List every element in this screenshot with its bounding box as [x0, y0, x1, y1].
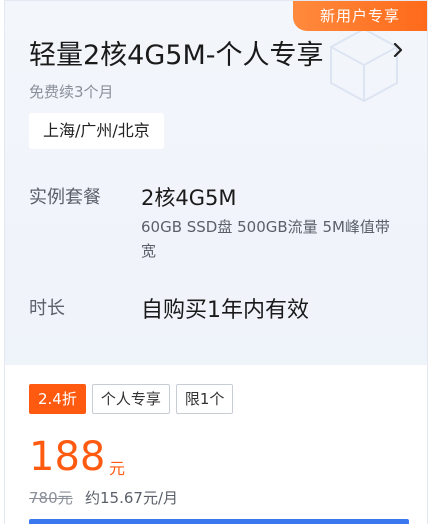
- duration-label: 时长: [29, 298, 65, 319]
- buy-button[interactable]: [29, 519, 409, 524]
- original-price: 780元: [29, 489, 73, 507]
- price-unit: 元: [109, 459, 126, 478]
- chevron-right-icon[interactable]: [391, 43, 405, 57]
- product-subtitle: 免费续3个月: [29, 83, 114, 101]
- price-amount: 188: [29, 434, 106, 480]
- duration-value: 自购买1年内有效: [141, 298, 309, 323]
- monthly-price: 约15.67元/月: [85, 489, 178, 507]
- product-title: 轻量2核4G5M-个人专享: [29, 40, 324, 71]
- region-tag: 上海/广州/北京: [29, 113, 164, 149]
- product-card[interactable]: 新用户专享 轻量2核4G5M-个人专享 免费续3个月 上海/广州/北京 实例套餐…: [4, 0, 428, 524]
- tag-list: 2.4折 个人专享 限1个: [29, 384, 234, 414]
- new-user-badge: 新用户专享: [293, 1, 427, 31]
- cube-decoration-icon: [330, 27, 398, 103]
- discount-tag: 2.4折: [29, 384, 86, 414]
- limit-tag: 限1个: [175, 384, 234, 414]
- personal-exclusive-tag: 个人专享: [91, 384, 170, 414]
- spec-description: 60GB SSD盘 500GB流量 5M峰值带宽: [141, 218, 390, 260]
- spec-label: 实例套餐: [29, 187, 101, 208]
- spec-value: 2核4G5M: [141, 186, 237, 210]
